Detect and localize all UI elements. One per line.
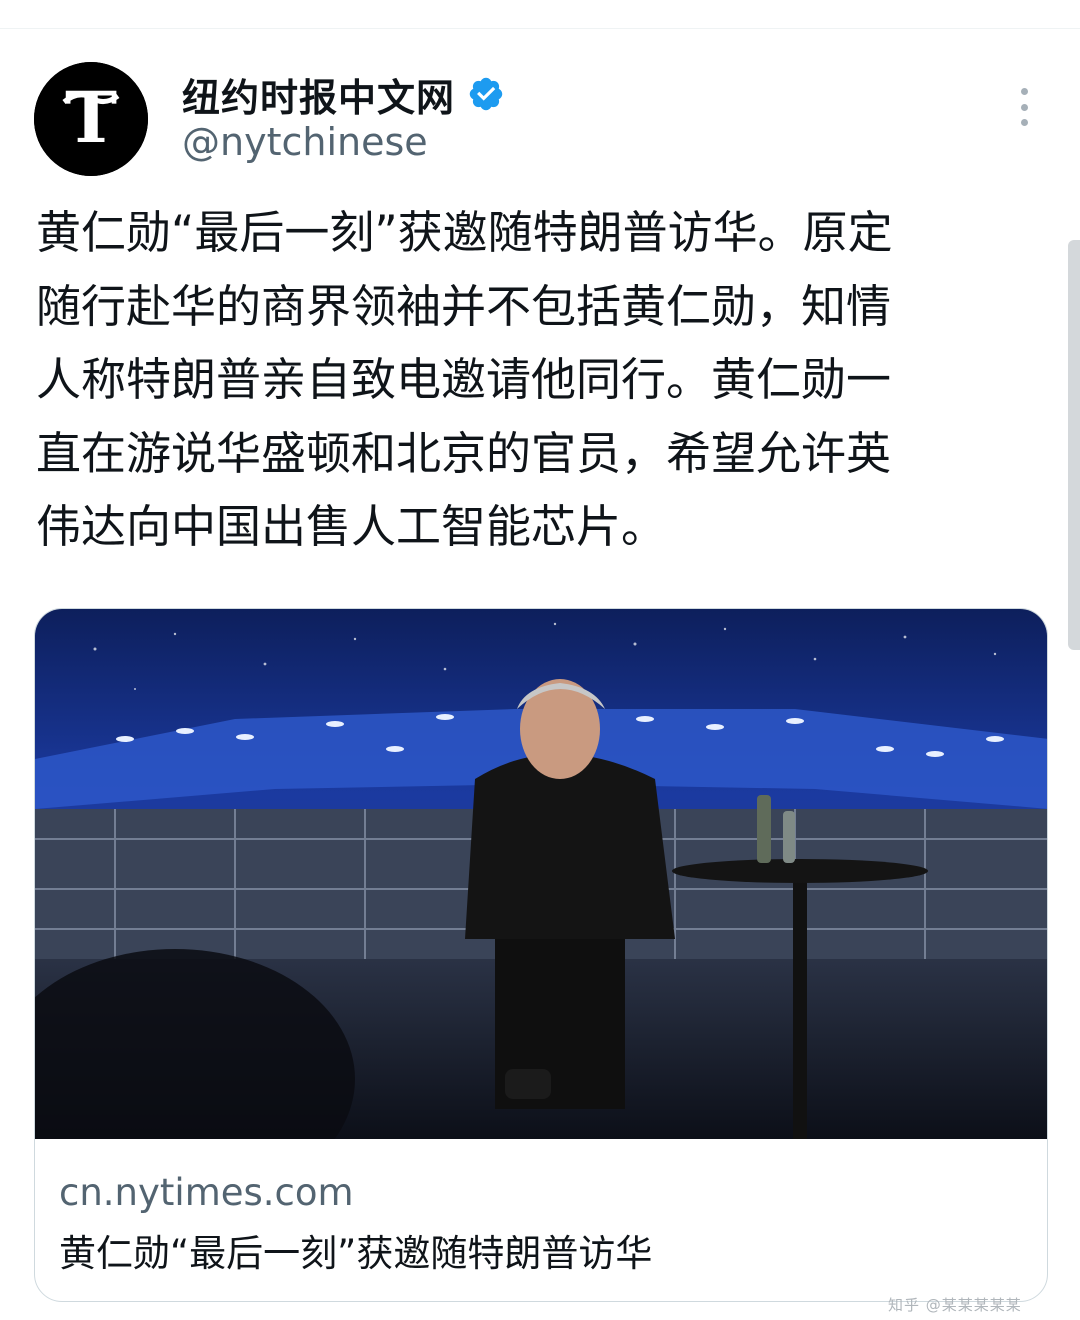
link-preview-image[interactable] (35, 609, 1047, 1139)
tweet-text-line: 伟达向中国出售人工智能芯片。 (36, 500, 667, 553)
verified-badge-icon (467, 75, 505, 113)
nyt-logo-icon: T (34, 62, 148, 176)
account-avatar[interactable]: T (34, 62, 148, 176)
link-preview-card[interactable]: cn.nytimes.com 黄仁勋“最后一刻”获邀随特朗普访华 (34, 608, 1048, 1302)
tweet-text: 黄仁勋“最后一刻”获邀随特朗普访华。原定 随行赴华的商界领袖并不包括黄仁勋，知情… (36, 196, 1036, 564)
link-title[interactable]: 黄仁勋“最后一刻”获邀随特朗普访华 (59, 1223, 652, 1277)
tweet-text-line: 黄仁勋“最后一刻”获邀随特朗普访华。原定 (36, 206, 893, 259)
scrollbar[interactable] (1068, 240, 1080, 650)
watermark: 知乎 @某某某某某 (888, 1296, 1022, 1314)
tweet-text-line: 直在游说华盛顿和北京的官员，希望允许英 (36, 426, 892, 480)
top-divider (0, 28, 1080, 29)
more-dot (1020, 88, 1028, 95)
display-name-row[interactable]: 纽约时报中文网 (182, 66, 505, 122)
svg-text:T: T (65, 76, 117, 159)
tweet-text-line: 人称特朗普亲自致电邀请他同行。黄仁勋一 (36, 353, 892, 406)
tweet-text-line: 随行赴华的商界领袖并不包括黄仁勋，知情 (36, 279, 892, 333)
link-domain[interactable]: cn.nytimes.com (59, 1171, 354, 1214)
more-dot (1020, 119, 1028, 126)
more-dot (1020, 103, 1028, 111)
more-options-icon[interactable] (1004, 84, 1044, 130)
display-name[interactable]: 纽约时报中文网 (182, 67, 455, 122)
account-handle[interactable]: @nytchinese (182, 120, 428, 164)
